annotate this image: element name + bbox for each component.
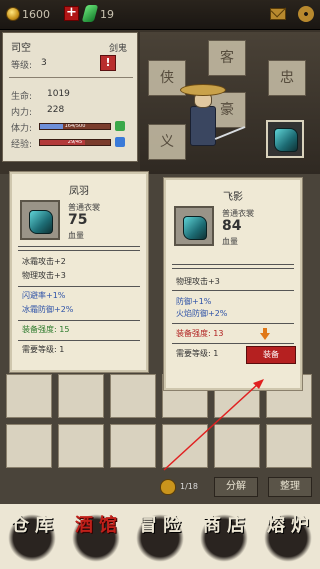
- attr-line: 物理攻击+3: [176, 277, 220, 286]
- item-unit: 血量: [222, 237, 238, 246]
- stamina-potion-icon[interactable]: [115, 121, 125, 131]
- equip-button[interactable]: 装备: [246, 346, 296, 364]
- inventory-slot[interactable]: [58, 424, 104, 468]
- item-slot: [20, 200, 60, 240]
- jade-icon: [81, 5, 99, 22]
- exp-bar-text: 29/45: [67, 139, 83, 145]
- divider: [172, 264, 294, 265]
- equip-strength: 装备强度: 15: [22, 325, 70, 334]
- wall-tile: 忠: [268, 60, 306, 96]
- bag-icon: [160, 479, 176, 495]
- exp-label: 经验:: [11, 140, 33, 150]
- sort-button[interactable]: 整理: [268, 477, 312, 497]
- mp-value: 228: [47, 105, 65, 115]
- attr-line: 防御+1%: [176, 297, 212, 306]
- item-slot: [174, 206, 214, 246]
- hero-avatar: [180, 84, 246, 164]
- gear-icon[interactable]: [298, 6, 314, 22]
- inventory-slot[interactable]: [110, 374, 156, 418]
- inventory-count: 1/18: [180, 482, 198, 491]
- hero-body: [190, 106, 216, 146]
- divider: [18, 286, 140, 287]
- divider: [172, 268, 294, 269]
- divider: [172, 323, 294, 324]
- divider: [172, 343, 294, 344]
- inventory-slot[interactable]: [214, 424, 260, 468]
- nav-furnace[interactable]: 熔炉: [258, 508, 318, 566]
- hero-hat: [180, 84, 226, 96]
- divider: [172, 290, 294, 291]
- attr-line: 火焰防御+2%: [176, 309, 228, 318]
- divider: [9, 77, 133, 78]
- alert-badge[interactable]: !: [100, 55, 116, 71]
- divider: [18, 250, 140, 251]
- armor-icon: [183, 216, 207, 240]
- exp-potion-icon[interactable]: [115, 137, 125, 147]
- current-item-card: 凤羽 普通衣裳 75 血量 冰霜攻击+2 物理攻击+3 闪避率+1% 冰霜防御+…: [10, 172, 148, 372]
- divider: [18, 246, 140, 247]
- card-title: 飞影: [223, 192, 243, 203]
- hp-label: 生命:: [11, 92, 33, 102]
- divider: [18, 320, 140, 321]
- mp-label: 内力:: [11, 108, 33, 118]
- equipped-armor-slot[interactable]: [266, 120, 304, 158]
- inventory-slot[interactable]: [6, 424, 52, 468]
- nav-label: 酒馆: [75, 515, 123, 536]
- wall-tile: 客: [208, 40, 246, 76]
- stamina-bar-text: 164/500: [64, 123, 86, 129]
- add-gold-button[interactable]: +: [64, 6, 79, 21]
- required-level: 需要等级: 1: [176, 349, 219, 358]
- nav-tavern[interactable]: 酒馆: [66, 508, 126, 566]
- nav-shop[interactable]: 商店: [194, 508, 254, 566]
- equip-strength: 装备强度: 13: [176, 329, 224, 338]
- nav-label: 商店: [203, 515, 251, 536]
- decompose-button[interactable]: 分解: [214, 477, 258, 497]
- level-label: 等级:: [11, 61, 33, 71]
- bottom-nav: 仓库 酒馆 冒险 商店 熔炉: [0, 504, 320, 569]
- item-value: 84: [222, 218, 242, 234]
- level-value: 3: [41, 58, 47, 68]
- item-unit: 血量: [68, 231, 84, 240]
- inventory-slot[interactable]: [110, 424, 156, 468]
- exp-bar: 29/45: [39, 139, 111, 146]
- hp-value: 1019: [47, 89, 70, 99]
- stamina-bar: 164/500: [39, 123, 111, 130]
- new-item-card: 飞影 普通衣裳 84 血量 物理攻击+3 防御+1% 火焰防御+2% 装备强度:…: [164, 178, 302, 390]
- upgrade-arrow-icon: [260, 328, 270, 340]
- nav-adventure[interactable]: 冒险: [130, 508, 190, 566]
- mail-icon[interactable]: [270, 8, 286, 20]
- top-resource-bar: 1600 + 19: [0, 0, 320, 30]
- attr-line: 冰霜防御+2%: [22, 305, 74, 314]
- inventory-slot[interactable]: [162, 424, 208, 468]
- nav-label: 仓库: [11, 515, 59, 536]
- inventory-slot[interactable]: [6, 374, 52, 418]
- attr-line: 闪避率+1%: [22, 291, 66, 300]
- item-value: 75: [68, 212, 88, 228]
- nav-label: 冒险: [139, 515, 187, 536]
- inventory-slot[interactable]: [58, 374, 104, 418]
- gold-coin-icon: [6, 7, 20, 21]
- attr-line: 物理攻击+3: [22, 271, 66, 280]
- nav-warehouse[interactable]: 仓库: [2, 508, 62, 566]
- divider: [18, 340, 140, 341]
- inventory-slot[interactable]: [266, 424, 312, 468]
- stamina-label: 体力:: [11, 124, 33, 134]
- jade-amount: 19: [100, 8, 114, 21]
- character-panel: 司空 剑鬼 等级: 3 ! 生命: 1019 内力: 228 体力: 164/5…: [2, 32, 138, 162]
- required-level: 需要等级: 1: [22, 345, 65, 354]
- gold-amount: 1600: [22, 8, 50, 21]
- character-class: 剑鬼: [108, 44, 127, 54]
- card-title: 凤羽: [69, 186, 89, 197]
- armor-icon: [274, 128, 298, 152]
- attr-line: 冰霜攻击+2: [22, 257, 66, 266]
- character-name: 司空: [11, 43, 31, 54]
- nav-label: 熔炉: [267, 515, 315, 536]
- armor-icon: [29, 210, 53, 234]
